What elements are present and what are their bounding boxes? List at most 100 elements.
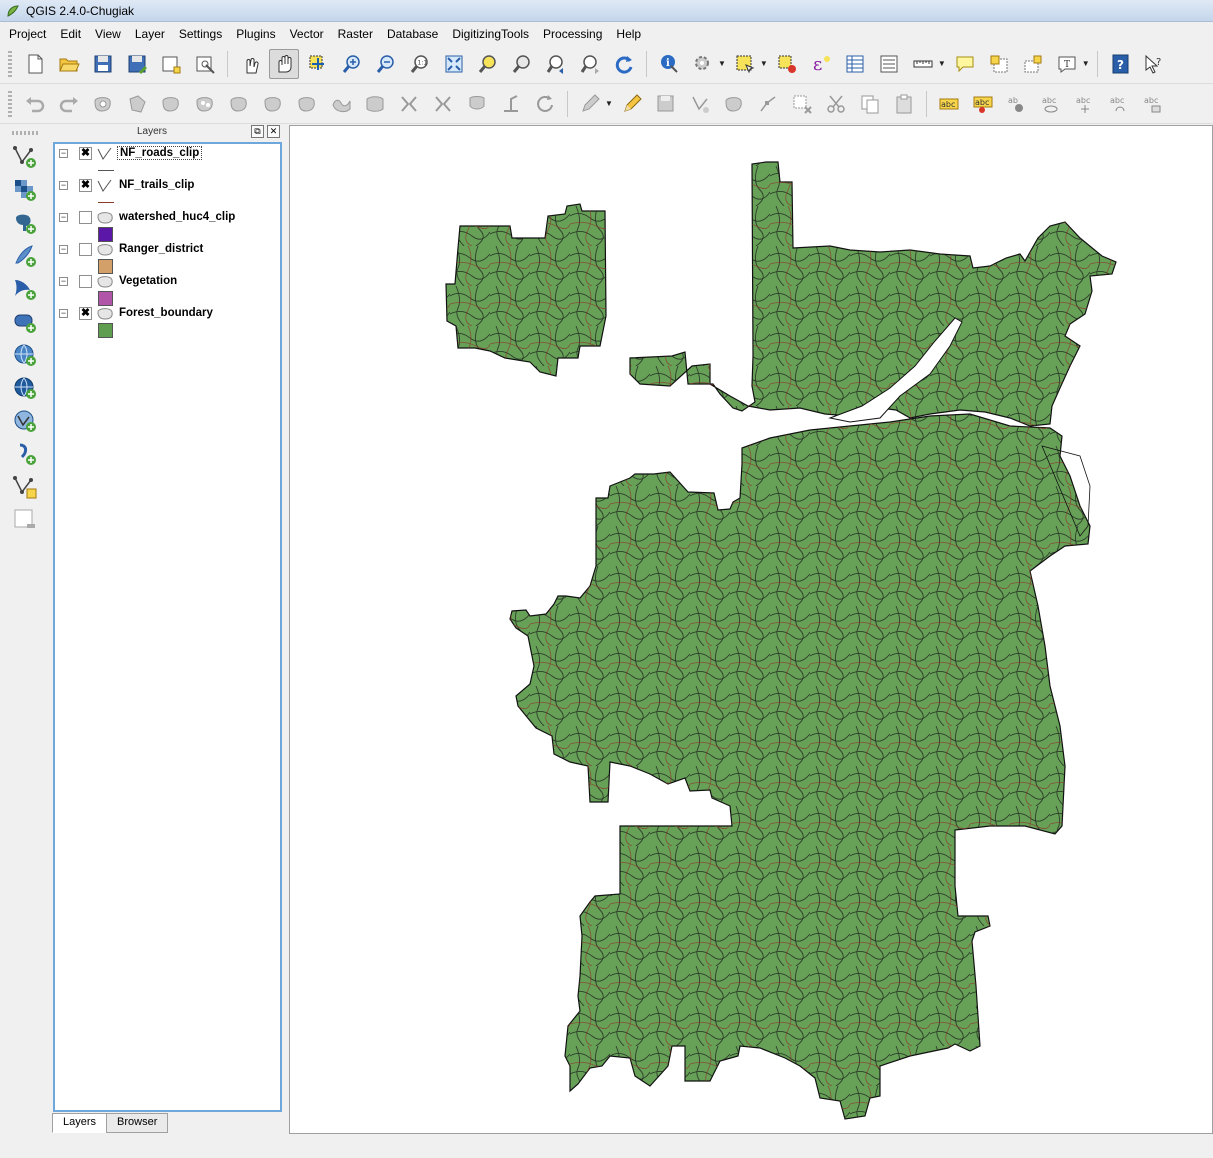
open-project-button[interactable] <box>54 49 84 79</box>
text-annotation-button[interactable]: T <box>1052 49 1082 79</box>
toolbar-grip[interactable] <box>8 50 12 77</box>
layer-visibility-checkbox[interactable] <box>79 243 92 256</box>
add-part-button[interactable] <box>122 89 152 119</box>
menu-edit[interactable]: Edit <box>53 25 88 43</box>
select-features-button[interactable] <box>730 49 760 79</box>
rotate-point-symbols-button[interactable] <box>496 89 526 119</box>
split-features-button[interactable] <box>394 89 424 119</box>
attribute-table-button[interactable] <box>840 49 870 79</box>
identify-features-button[interactable]: i <box>654 49 684 79</box>
run-feature-action-button[interactable] <box>688 49 718 79</box>
layer-row-vegetation[interactable]: − Vegetation <box>55 274 280 306</box>
new-bookmark-button[interactable] <box>984 49 1014 79</box>
collapse-icon[interactable]: − <box>59 245 68 254</box>
delete-ring-button[interactable] <box>190 89 220 119</box>
add-mssql-layer-button[interactable] <box>8 273 42 305</box>
move-label-button[interactable]: abc <box>1070 89 1100 119</box>
layer-name[interactable]: NF_roads_clip <box>117 146 203 160</box>
layer-tree[interactable]: − ✖ NF_roads_clip − ✖ NF_trails_clip − w… <box>53 142 282 1112</box>
chevron-down-icon[interactable]: ▼ <box>605 99 613 108</box>
fill-symbol-swatch[interactable] <box>98 259 113 274</box>
zoom-last-button[interactable] <box>541 49 571 79</box>
menu-layer[interactable]: Layer <box>128 25 172 43</box>
add-ring-button[interactable] <box>88 89 118 119</box>
rotate-label-button[interactable]: abc <box>1104 89 1134 119</box>
chevron-down-icon[interactable]: ▼ <box>1082 59 1090 68</box>
field-calculator-button[interactable]: ε <box>806 49 836 79</box>
menu-vector[interactable]: Vector <box>283 25 331 43</box>
chevron-down-icon[interactable]: ▼ <box>760 59 768 68</box>
layer-name[interactable]: Ranger_district <box>119 243 203 255</box>
map-canvas[interactable] <box>289 125 1213 1134</box>
highlight-pinned-labels-button[interactable]: ab <box>1002 89 1032 119</box>
map-view[interactable] <box>290 126 1213 1134</box>
add-delimited-text-layer-button[interactable] <box>8 438 42 470</box>
rotate-feature-button[interactable] <box>530 89 560 119</box>
add-vector-layer-button[interactable] <box>8 141 42 173</box>
layer-visibility-checkbox[interactable] <box>79 211 92 224</box>
menu-processing[interactable]: Processing <box>536 25 609 43</box>
menu-plugins[interactable]: Plugins <box>229 25 282 43</box>
layer-labeling-button[interactable]: abc <box>934 89 964 119</box>
whats-this-button[interactable]: ? <box>1139 49 1169 79</box>
layer-row-forest-boundary[interactable]: − ✖ Forest_boundary <box>55 306 280 338</box>
add-wcs-layer-button[interactable] <box>8 372 42 404</box>
statistical-summary-button[interactable] <box>874 49 904 79</box>
line-symbol-swatch[interactable] <box>98 170 114 171</box>
toggle-editing-button[interactable] <box>617 89 647 119</box>
offset-curve-button[interactable] <box>292 89 322 119</box>
new-shapefile-layer-button[interactable] <box>8 471 42 503</box>
menu-project[interactable]: Project <box>2 25 53 43</box>
remove-layer-button[interactable] <box>8 504 42 536</box>
tab-layers[interactable]: Layers <box>52 1113 108 1133</box>
zoom-to-selection-button[interactable] <box>473 49 503 79</box>
collapse-icon[interactable]: − <box>59 277 68 286</box>
zoom-in-button[interactable] <box>337 49 367 79</box>
menu-settings[interactable]: Settings <box>172 25 229 43</box>
pin-labels-button[interactable]: abc <box>968 89 998 119</box>
layer-name[interactable]: NF_trails_clip <box>119 179 194 191</box>
menu-digitizingtools[interactable]: DigitizingTools <box>445 25 536 43</box>
layer-visibility-checkbox[interactable]: ✖ <box>79 307 92 320</box>
move-feature-button[interactable] <box>719 89 749 119</box>
paste-features-button[interactable] <box>889 89 919 119</box>
layer-visibility-checkbox[interactable] <box>79 275 92 288</box>
zoom-full-button[interactable] <box>439 49 469 79</box>
composer-manager-button[interactable] <box>190 49 220 79</box>
delete-selected-button[interactable] <box>787 89 817 119</box>
add-postgis-layer-button[interactable] <box>8 207 42 239</box>
pan-map-button[interactable] <box>269 48 299 79</box>
add-raster-layer-button[interactable] <box>8 174 42 206</box>
new-print-composer-button[interactable] <box>156 49 186 79</box>
layer-name[interactable]: Vegetation <box>119 275 177 287</box>
collapse-icon[interactable]: − <box>59 213 68 222</box>
add-oracle-layer-button[interactable] <box>8 306 42 338</box>
zoom-next-button[interactable] <box>575 49 605 79</box>
add-spatialite-layer-button[interactable] <box>8 240 42 272</box>
toolbar-grip[interactable] <box>12 131 38 135</box>
change-label-button[interactable]: abc <box>1138 89 1168 119</box>
layer-visibility-checkbox[interactable]: ✖ <box>79 147 92 160</box>
tab-browser[interactable]: Browser <box>106 1113 169 1133</box>
copy-features-button[interactable] <box>855 89 885 119</box>
save-as-button[interactable] <box>122 49 152 79</box>
help-contents-button[interactable]: ? <box>1105 49 1135 79</box>
layer-row-nf-trails-clip[interactable]: − ✖ NF_trails_clip <box>55 178 280 210</box>
merge-features-button[interactable] <box>360 89 390 119</box>
fill-symbol-swatch[interactable] <box>98 323 113 338</box>
measure-line-button[interactable] <box>908 49 938 79</box>
close-icon[interactable]: ✕ <box>267 125 280 138</box>
pan-to-selection-button[interactable] <box>303 49 333 79</box>
collapse-icon[interactable]: − <box>59 309 68 318</box>
undo-button[interactable] <box>20 89 50 119</box>
collapse-icon[interactable]: − <box>59 149 68 158</box>
reshape-features-button[interactable] <box>258 89 288 119</box>
touch-zoom-button[interactable] <box>235 49 265 79</box>
show-hide-labels-button[interactable]: abc <box>1036 89 1066 119</box>
chevron-down-icon[interactable]: ▼ <box>938 59 946 68</box>
toolbar-grip[interactable] <box>8 90 12 117</box>
deselect-features-button[interactable] <box>772 49 802 79</box>
simplify-feature-button[interactable] <box>326 89 356 119</box>
redo-button[interactable] <box>54 89 84 119</box>
add-wfs-layer-button[interactable] <box>8 405 42 437</box>
